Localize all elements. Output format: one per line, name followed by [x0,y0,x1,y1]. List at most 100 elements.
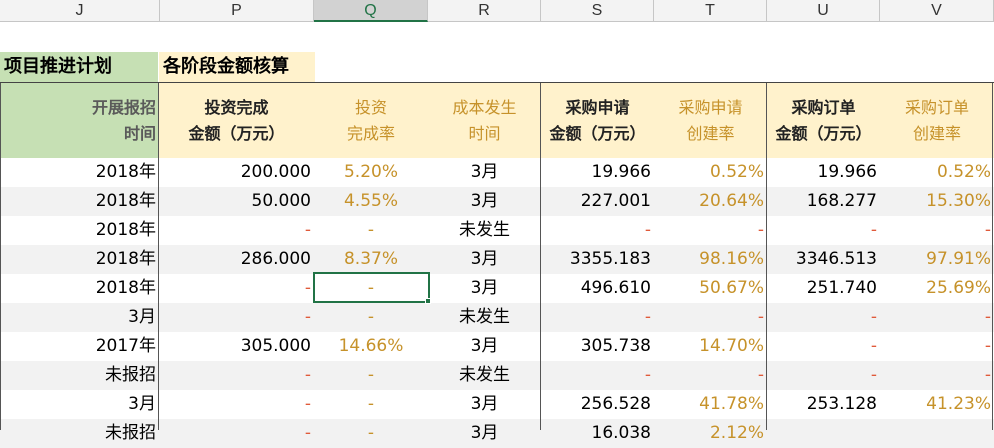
cell-po-rate[interactable]: 41.23% [880,390,994,419]
cell-investment-rate[interactable]: - [314,303,428,332]
cell-investment-rate[interactable]: - [314,390,428,419]
column-header-u[interactable]: U [767,0,880,22]
cell-pr-rate[interactable]: 0.52% [654,158,767,187]
cell-pr-rate[interactable]: 98.16% [654,245,767,274]
cell-investment-rate[interactable]: 8.37% [314,245,428,274]
column-header-j[interactable]: J [0,0,160,22]
cell-po-amount[interactable]: 251.740 [767,274,880,303]
column-header-q[interactable]: Q [314,0,428,22]
cell-pr-rate[interactable]: - [654,361,767,390]
cell-investment-rate[interactable]: - [314,419,428,448]
cell-investment-rate[interactable]: - [314,216,428,245]
cell-pr-rate[interactable]: 2.12% [654,419,767,448]
cell-pr-amount[interactable]: 305.738 [541,332,654,361]
cell-investment-amount[interactable]: 50.000 [159,187,314,216]
title-stage-amounts[interactable]: 各阶段金额核算 [159,52,315,82]
cell-tender-time[interactable]: 2018年 [0,274,159,303]
header-purchase-order-rate[interactable]: 采购订单 创建率 [880,83,994,158]
cell-po-amount[interactable] [767,419,880,448]
cell-po-rate[interactable] [880,419,994,448]
cell-tender-time[interactable]: 未报招 [0,361,159,390]
cell-po-rate[interactable]: - [880,303,994,332]
cell-po-amount[interactable]: 3346.513 [767,245,880,274]
column-header-t[interactable]: T [654,0,767,22]
header-purchase-order-amount[interactable]: 采购订单 金额（万元） [767,83,880,158]
cell-po-amount[interactable]: - [767,216,880,245]
cell-po-rate[interactable]: 25.69% [880,274,994,303]
cell-po-rate[interactable]: 0.52% [880,158,994,187]
cell-tender-time[interactable]: 3月 [0,390,159,419]
cell-po-amount[interactable]: - [767,332,880,361]
cell-tender-time[interactable]: 3月 [0,303,159,332]
column-header-s[interactable]: S [541,0,654,22]
cell-cost-time[interactable]: 未发生 [428,216,541,245]
cell-investment-amount[interactable]: - [159,303,314,332]
cell-pr-amount[interactable]: 256.528 [541,390,654,419]
cell-pr-rate[interactable]: 14.70% [654,332,767,361]
cell-po-amount[interactable]: 19.966 [767,158,880,187]
cell-pr-amount[interactable]: 227.001 [541,187,654,216]
header-purchase-request-amount[interactable]: 采购申请 金额（万元） [541,83,654,158]
cell-po-rate[interactable]: - [880,361,994,390]
cell-pr-rate[interactable]: 50.67% [654,274,767,303]
cell-po-amount[interactable]: - [767,303,880,332]
cell-po-rate[interactable]: - [880,216,994,245]
cell-pr-amount[interactable]: - [541,303,654,332]
cell-cost-time[interactable]: 3月 [428,187,541,216]
cell-investment-amount[interactable]: 305.000 [159,332,314,361]
active-cell-selection[interactable] [313,272,430,303]
cell-cost-time[interactable]: 3月 [428,158,541,187]
fill-handle[interactable] [425,298,431,304]
table-row: 3月 - - 未发生 - - - - [0,303,994,332]
cell-pr-amount[interactable]: 496.610 [541,274,654,303]
cell-pr-rate[interactable]: - [654,303,767,332]
cell-pr-rate[interactable]: 20.64% [654,187,767,216]
cell-po-amount[interactable]: - [767,361,880,390]
cell-tender-time[interactable]: 2018年 [0,216,159,245]
cell-investment-amount[interactable]: - [159,361,314,390]
header-investment-rate[interactable]: 投资 完成率 [314,83,428,158]
cell-investment-rate[interactable]: 14.66% [314,332,428,361]
cell-tender-time[interactable]: 未报招 [0,419,159,448]
cell-tender-time[interactable]: 2018年 [0,245,159,274]
cell-po-amount[interactable]: 168.277 [767,187,880,216]
cell-investment-amount[interactable]: - [159,390,314,419]
cell-cost-time[interactable]: 3月 [428,245,541,274]
cell-cost-time[interactable]: 3月 [428,390,541,419]
header-purchase-request-rate[interactable]: 采购申请 创建率 [654,83,767,158]
column-header-r[interactable]: R [428,0,541,22]
cell-investment-rate[interactable]: - [314,361,428,390]
header-start-tender-time[interactable]: 开展报招 时间 [0,83,159,158]
cell-investment-amount[interactable]: 286.000 [159,245,314,274]
cell-pr-amount[interactable]: - [541,361,654,390]
cell-pr-rate[interactable]: - [654,216,767,245]
cell-investment-amount[interactable]: 200.000 [159,158,314,187]
cell-tender-time[interactable]: 2018年 [0,158,159,187]
cell-pr-rate[interactable]: 41.78% [654,390,767,419]
cell-investment-rate[interactable]: 4.55% [314,187,428,216]
column-header-v[interactable]: V [880,0,994,22]
cell-pr-amount[interactable]: 3355.183 [541,245,654,274]
cell-pr-amount[interactable]: 19.966 [541,158,654,187]
cell-investment-amount[interactable]: - [159,216,314,245]
cell-pr-amount[interactable]: 16.038 [541,419,654,448]
header-investment-amount[interactable]: 投资完成 金额（万元） [159,83,314,158]
cell-po-rate[interactable]: - [880,332,994,361]
cell-cost-time[interactable]: 3月 [428,419,541,448]
cell-po-rate[interactable]: 97.91% [880,245,994,274]
cell-po-rate[interactable]: 15.30% [880,187,994,216]
cell-cost-time[interactable]: 未发生 [428,303,541,332]
cell-cost-time[interactable]: 3月 [428,332,541,361]
cell-pr-amount[interactable]: - [541,216,654,245]
cell-cost-time[interactable]: 3月 [428,274,541,303]
cell-tender-time[interactable]: 2017年 [0,332,159,361]
header-cost-time[interactable]: 成本发生 时间 [428,83,541,158]
title-project-plan[interactable]: 项目推进计划 [0,52,158,82]
cell-cost-time[interactable]: 未发生 [428,361,541,390]
cell-investment-amount[interactable]: - [159,419,314,448]
cell-po-amount[interactable]: 253.128 [767,390,880,419]
cell-investment-amount[interactable]: - [159,274,314,303]
cell-investment-rate[interactable]: 5.20% [314,158,428,187]
column-header-p[interactable]: P [160,0,314,22]
cell-tender-time[interactable]: 2018年 [0,187,159,216]
